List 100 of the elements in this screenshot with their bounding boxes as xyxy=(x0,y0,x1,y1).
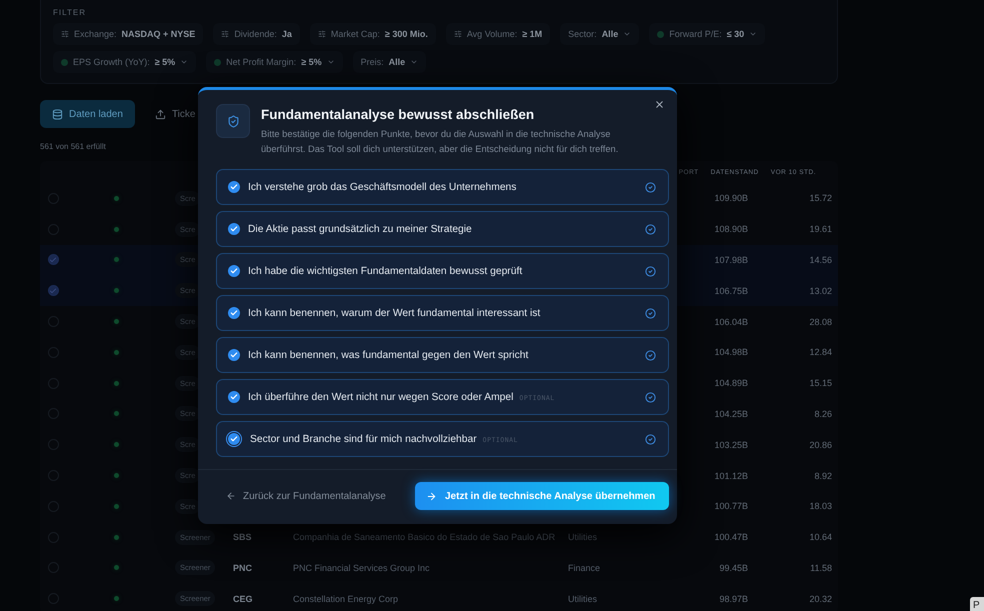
upload-icon xyxy=(154,108,166,120)
pe-cell-text: 20.32 xyxy=(808,594,832,604)
item-checkbox[interactable] xyxy=(228,265,240,277)
check-circle-icon xyxy=(645,308,656,318)
pe-cell-text: 10.64 xyxy=(808,532,832,542)
check-circle-icon xyxy=(645,182,656,192)
market-cap-cell-text: 109.90B xyxy=(713,193,748,204)
pe-cell-text: 8.92 xyxy=(813,470,832,481)
market-cap-cell-text: 108.90B xyxy=(713,224,748,234)
status-dot xyxy=(114,442,118,448)
status-dot xyxy=(114,196,118,201)
check-icon xyxy=(230,225,238,233)
market-cap-cell-text: 100.47B xyxy=(713,532,748,542)
market-cap-cell-text: 101.12B xyxy=(713,470,748,481)
market-cap-cell-text: 103.25B xyxy=(713,440,748,450)
ticker-cell-text: CEG xyxy=(233,594,254,604)
chevron-icon xyxy=(410,58,418,66)
checklist-item[interactable]: Ich kann benennen, was fundamental gegen den Wert spricht xyxy=(216,337,669,373)
market-cap-cell-text: 99.45B xyxy=(718,562,748,573)
arrow-right-icon xyxy=(426,490,437,502)
status-dot xyxy=(114,257,118,262)
check-icon xyxy=(230,435,238,443)
status-dot xyxy=(114,473,118,478)
item-checkbox[interactable] xyxy=(228,307,240,319)
filter-chip[interactable]: Market Cap: ≥ 300 Mio. xyxy=(310,23,436,45)
close-button[interactable] xyxy=(654,99,665,110)
market-cap-cell-text: 104.98B xyxy=(713,347,748,358)
item-checkbox[interactable] xyxy=(228,391,240,403)
ticker-button[interactable]: Ticke xyxy=(148,100,202,128)
ticker-cell-text: PNC xyxy=(233,562,254,573)
filter-chip[interactable]: Exchange: NASDAQ + NYSE xyxy=(53,23,204,45)
arrow-left-icon xyxy=(226,491,236,501)
pe-cell-text: 14.56 xyxy=(808,254,832,265)
status-dot xyxy=(114,596,118,602)
item-label: Ich verstehe grob das Geschäftsmodell des Unternehmens xyxy=(248,182,516,192)
pe-cell-text: 15.72 xyxy=(808,193,832,204)
filter-chip[interactable]: Forward P/E: ≤ 30 xyxy=(649,23,766,45)
item-label: Ich kann benennen, was fundamental gegen den Wert spricht xyxy=(248,350,528,360)
item-label: Ich habe die wichtigsten Fundamentaldaten bewusst geprüft xyxy=(248,266,522,276)
pe-cell-text: 8.26 xyxy=(813,408,832,419)
pe-cell-text: 13.02 xyxy=(808,286,832,296)
item-checkbox[interactable] xyxy=(228,181,240,193)
sector-cell-text: Finance xyxy=(568,562,602,573)
checklist-item[interactable]: Ich kann benennen, warum der Wert fundamental interessant ist xyxy=(216,295,669,331)
dialog-description: Bitte bestätige die folgenden Punkte, bevor du die Auswahl in die technische Analyse überführst. Das Tool soll dich unterstützen, aber die Entscheidung nicht für dich treffen. xyxy=(261,128,620,156)
filter-title: FILTER xyxy=(53,8,86,17)
checklist-item[interactable]: Ich verstehe grob das Geschäftsmodell des Unternehmens xyxy=(216,169,669,205)
filter-icon xyxy=(318,30,326,38)
item-label: Ich kann benennen, warum der Wert fundamental interessant ist xyxy=(248,308,540,318)
filter-chip[interactable]: Avg Volume: ≥ 1M xyxy=(446,23,550,45)
status-dot xyxy=(114,565,118,570)
check-icon xyxy=(230,393,238,401)
database-icon xyxy=(52,108,63,120)
status-dot xyxy=(114,380,118,386)
chevron-icon xyxy=(749,30,758,38)
filter-chip[interactable]: Preis: Alle xyxy=(352,51,426,73)
row-checkbox[interactable] xyxy=(48,285,58,296)
pe-cell-text: 11.58 xyxy=(809,562,832,573)
chevron-icon xyxy=(180,58,188,66)
market-cap-cell-text: 106.75B xyxy=(713,286,748,296)
check-icon xyxy=(230,351,238,359)
row-checkbox[interactable] xyxy=(48,254,58,266)
pe-cell-text: 20.86 xyxy=(808,440,832,450)
status-dot xyxy=(657,30,664,38)
filter-icon xyxy=(454,30,462,38)
status-dot xyxy=(114,534,118,540)
item-label: Die Aktie passt grundsätzlich zu meiner Strategie xyxy=(248,224,472,234)
dialog-title: Fundamentalanalyse bewusst abschließen xyxy=(261,107,536,122)
item-label: Sector und Branche sind für mich nachvollziehbar xyxy=(250,434,477,444)
filter-icon xyxy=(61,30,69,38)
item-checkbox[interactable] xyxy=(228,349,240,361)
load-data-button[interactable]: Daten laden xyxy=(40,100,135,128)
status-dot xyxy=(114,288,118,294)
pe-cell-text: 12.84 xyxy=(808,347,832,358)
check-circle-icon xyxy=(645,224,656,234)
checklist-item[interactable]: Ich habe die wichtigsten Fundamentaldaten bewusst geprüft xyxy=(216,253,669,289)
check-icon xyxy=(230,309,238,317)
pe-cell-text: 28.08 xyxy=(808,316,832,327)
filter-chip[interactable]: Net Profit Margin: ≥ 5% xyxy=(206,51,343,73)
market-cap-cell-text: 104.25B xyxy=(713,408,748,419)
check-circle-icon xyxy=(645,434,656,444)
filter-chip[interactable]: EPS Growth (YoY): ≥ 5% xyxy=(53,51,196,73)
status-dot xyxy=(114,226,118,232)
check-icon xyxy=(49,286,57,295)
company-name-cell-text: Constellation Energy Corp xyxy=(293,594,400,604)
sector-cell-text: Utilities xyxy=(568,532,598,542)
check-icon xyxy=(230,267,238,275)
checklist-item[interactable]: Die Aktie passt grundsätzlich zu meiner Strategie xyxy=(216,211,669,247)
item-checkbox[interactable] xyxy=(228,223,240,235)
back-link[interactable]: Zurück zur Fundamentalanalyse xyxy=(226,490,386,502)
status-dot xyxy=(114,411,118,416)
pe-cell-text: 18.03 xyxy=(808,501,832,512)
filter-chip[interactable]: Dividende: Ja xyxy=(213,23,300,45)
chevron-icon xyxy=(623,30,632,38)
pe-cell-text: 15.15 xyxy=(808,378,832,388)
filter-chip[interactable]: Sector: Alle xyxy=(560,23,640,45)
item-label: Ich überführe den Wert nicht nur wegen Score oder Ampel xyxy=(248,392,514,402)
corner-button[interactable]: P xyxy=(970,597,984,611)
filter-icon xyxy=(221,30,230,38)
status-dot xyxy=(114,350,118,355)
